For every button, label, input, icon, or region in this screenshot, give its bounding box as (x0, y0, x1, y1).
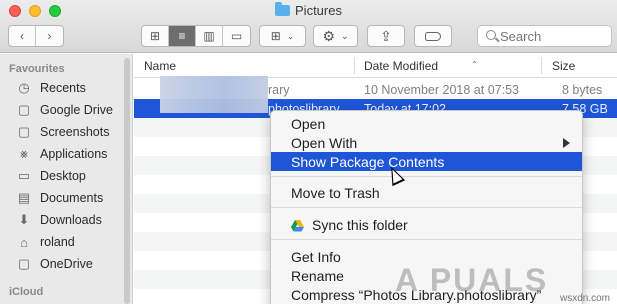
column-divider (354, 57, 355, 74)
column-divider (541, 57, 542, 74)
menu-item-label: Sync this folder (312, 216, 408, 233)
watermark-logo: A PUALS (395, 262, 549, 298)
sidebar-item-documents[interactable]: ▤ Documents (16, 188, 103, 208)
sidebar-item-label: OneDrive (40, 257, 93, 271)
columns-icon: ▥ (203, 29, 215, 43)
view-mode-segment: ⊞ ≡ ▥ ▭ (141, 25, 251, 47)
menu-item-sync-this-folder[interactable]: Sync this folder (271, 215, 582, 234)
menu-item-label: Get Info (291, 248, 341, 265)
row-size: 8 bytes (562, 83, 603, 97)
sidebar-item-downloads[interactable]: ⬇ Downloads (16, 210, 102, 230)
share-icon: ⇪ (380, 27, 392, 44)
folder-icon (275, 2, 291, 16)
sidebar-item-desktop[interactable]: ▭ Desktop (16, 166, 86, 186)
chevron-down-icon: ⌄ (286, 30, 295, 41)
row-date: 10 November 2018 at 07:53 (364, 83, 519, 97)
sidebar-scrollbar[interactable] (124, 58, 130, 304)
sidebar-section-icloud: iCloud (9, 286, 44, 298)
share-button[interactable]: ⇪ (367, 25, 405, 47)
grid-icon: ⊞ (270, 29, 281, 43)
sidebar-item-label: Documents (40, 191, 104, 205)
chevron-left-icon: ‹ (20, 29, 24, 43)
gallery-view-button[interactable]: ▭ (223, 26, 250, 46)
search-input[interactable] (500, 28, 608, 44)
folder-icon: ▢ (17, 124, 31, 139)
menu-item-label: Move to Trash (291, 184, 380, 201)
forward-button[interactable]: › (36, 26, 63, 46)
sidebar-item-onedrive[interactable]: ▢ OneDrive (16, 254, 93, 274)
chevron-down-icon: ⌄ (341, 30, 349, 41)
menu-item-label: Open (291, 115, 326, 132)
sidebar-section-favourites: Favourites (9, 63, 65, 75)
sidebar-item-label: roland (40, 235, 75, 249)
sidebar-item-label: Google Drive (40, 103, 113, 117)
menu-item-open[interactable]: Open (271, 114, 582, 133)
home-icon: ⌂ (20, 234, 28, 250)
gallery-icon: ▭ (230, 29, 243, 43)
window-toolbar: Pictures ‹ › ⊞ ≡ ▥ ▭ ⊞ ⌄ ⚙ ⌄ ⇪ (0, 0, 617, 53)
desktop-icon: ▭ (17, 168, 31, 183)
action-button[interactable]: ⚙ ⌄ (313, 25, 358, 47)
sidebar-item-recents[interactable]: ◷ Recents (16, 78, 86, 98)
clock-icon: ◷ (18, 80, 30, 95)
sort-ascending-icon: ⌃ (471, 60, 478, 69)
sidebar-item-label: Downloads (40, 213, 102, 227)
google-drive-icon (291, 219, 304, 231)
redacted-thumbnail (160, 76, 268, 113)
nav-back-forward: ‹ › (8, 25, 64, 47)
menu-item-move-to-trash[interactable]: Move to Trash (271, 183, 582, 202)
sidebar-item-label: Applications (40, 147, 108, 161)
sidebar-item-applications[interactable]: ⨳ Applications (16, 144, 107, 164)
folder-icon: ▢ (17, 102, 31, 117)
menu-item-label: Show Package Contents (291, 153, 445, 170)
folder-icon: ▢ (17, 256, 31, 271)
sidebar-item-google-drive[interactable]: ▢ Google Drive (16, 100, 113, 120)
sidebar-item-label: Screenshots (40, 125, 110, 139)
group-by-button[interactable]: ⊞ ⌄ (259, 25, 306, 47)
search-icon (486, 30, 496, 40)
column-view-button[interactable]: ▥ (196, 26, 223, 46)
menu-item-label: Open With (291, 134, 358, 151)
back-button[interactable]: ‹ (9, 26, 36, 46)
grid-icon: ⊞ (149, 29, 161, 43)
column-header-size[interactable]: Size (552, 59, 575, 73)
icon-view-button[interactable]: ⊞ (142, 26, 169, 46)
gear-icon: ⚙ (322, 27, 335, 44)
row-name: rary (268, 83, 290, 97)
document-icon: ▤ (17, 190, 31, 205)
site-credit: wsxdn.com (560, 293, 611, 304)
window-title-text: Pictures (295, 3, 342, 18)
download-icon: ⬇ (18, 212, 30, 227)
sidebar-item-label: Desktop (40, 169, 86, 183)
window-title: Pictures (0, 2, 617, 18)
list-icon: ≡ (178, 29, 186, 43)
menu-separator (271, 176, 582, 177)
menu-item-label: Rename (291, 267, 344, 284)
menu-item-open-with[interactable]: Open With (271, 133, 582, 152)
menu-separator (271, 207, 582, 208)
applications-icon: ⨳ (19, 146, 29, 161)
list-view-button[interactable]: ≡ (169, 26, 196, 46)
menu-separator (271, 239, 582, 240)
column-header-date-modified[interactable]: Date Modified (364, 59, 438, 73)
chevron-right-icon: › (47, 29, 52, 43)
list-header: Name ⌃ Date Modified Size (134, 54, 617, 78)
tag-icon (425, 31, 441, 41)
tags-button[interactable] (414, 25, 452, 47)
submenu-arrow-icon (563, 138, 570, 148)
sidebar-item-label: Recents (40, 81, 86, 95)
sidebar-item-screenshots[interactable]: ▢ Screenshots (16, 122, 110, 142)
search-field[interactable] (477, 25, 612, 47)
menu-item-show-package-contents[interactable]: Show Package Contents (271, 152, 582, 171)
sidebar: Favourites ◷ Recents ▢ Google Drive ▢ Scree… (0, 54, 133, 304)
sidebar-item-roland[interactable]: ⌂ roland (16, 232, 75, 252)
column-header-name[interactable]: Name (144, 59, 176, 73)
